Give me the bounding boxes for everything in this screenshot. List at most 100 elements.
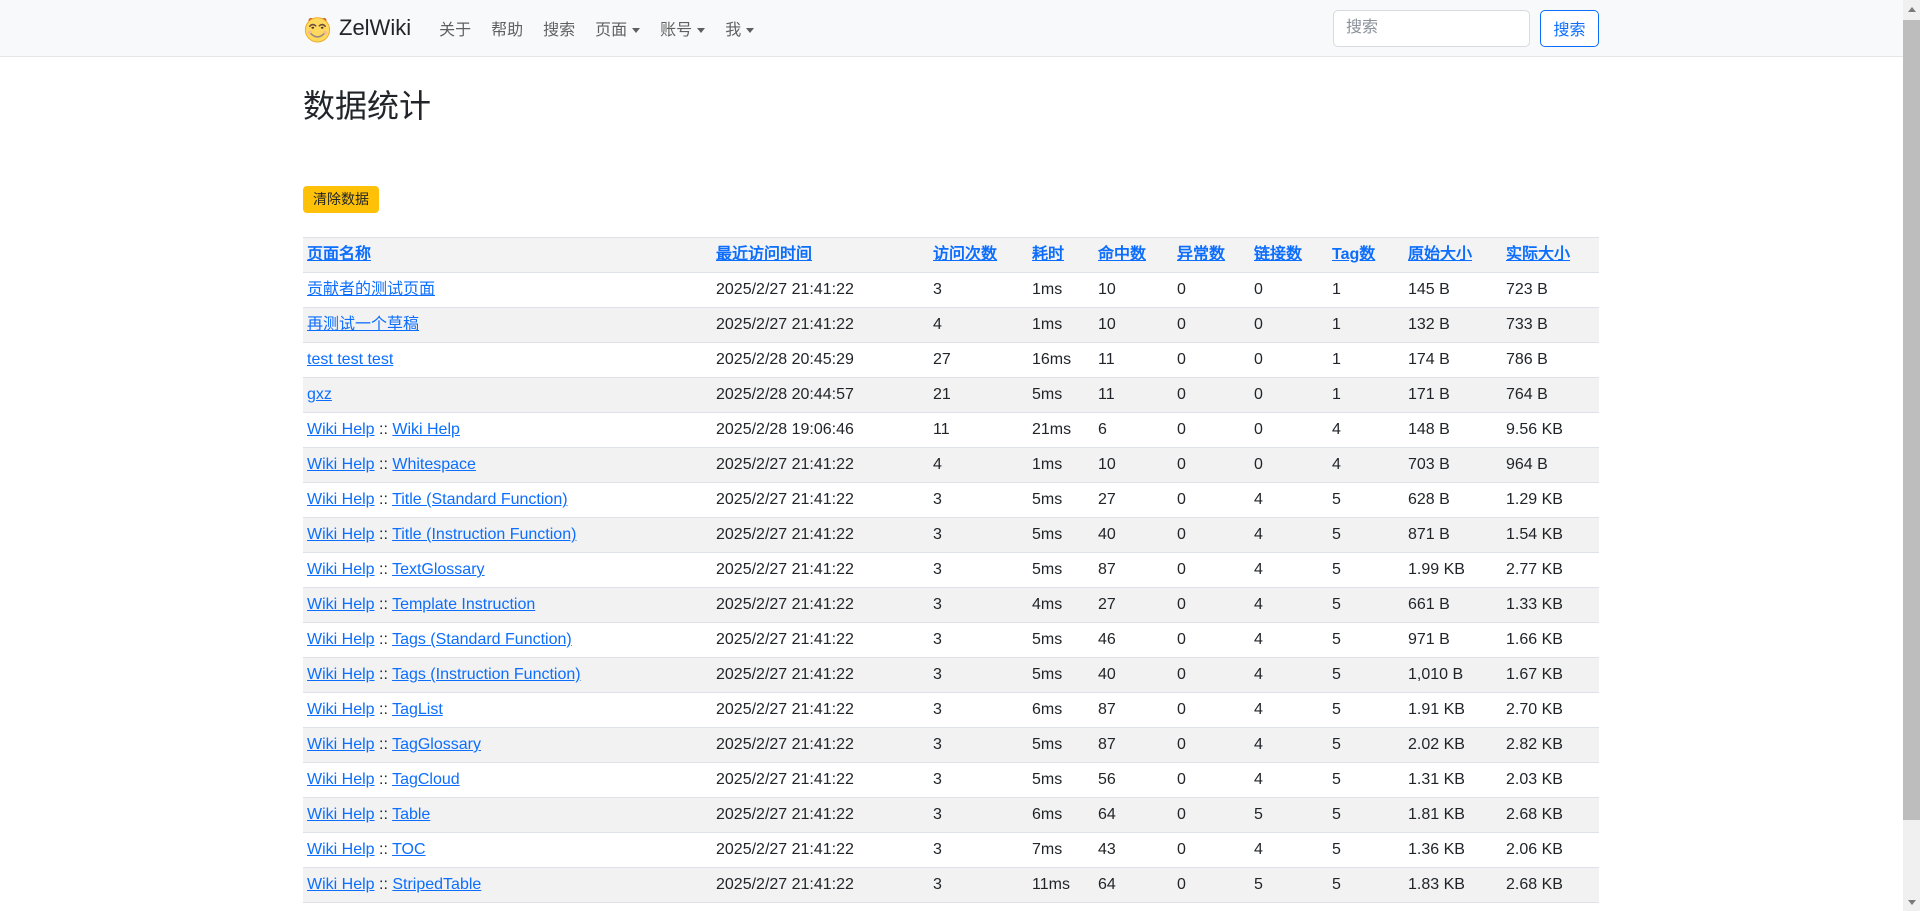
- page-link[interactable]: Tags (Standard Function): [392, 631, 572, 648]
- stat-cell: 2.06 KB: [1502, 833, 1599, 868]
- page-link[interactable]: TextGlossary: [392, 561, 484, 578]
- table-row: Wiki Help :: Table2025/2/27 21:41:2236ms…: [303, 798, 1599, 833]
- page-link[interactable]: TagCloud: [392, 771, 460, 788]
- page-link[interactable]: Template Instruction: [392, 596, 535, 613]
- nav-item-search[interactable]: 搜索: [533, 8, 585, 48]
- page-link[interactable]: Wiki Help: [307, 736, 375, 753]
- stat-cell: 1.67 KB: [1502, 658, 1599, 693]
- column-sort-link[interactable]: 页面名称: [307, 246, 371, 263]
- column-header: 原始大小: [1404, 238, 1502, 273]
- stat-cell: 3: [929, 518, 1028, 553]
- column-sort-link[interactable]: 命中数: [1098, 246, 1146, 263]
- page-link[interactable]: TagList: [392, 701, 443, 718]
- stat-cell: 4: [1250, 518, 1328, 553]
- page-link[interactable]: Wiki Help: [307, 701, 375, 718]
- vertical-scrollbar[interactable]: [1903, 0, 1920, 911]
- stat-cell: 87: [1094, 693, 1173, 728]
- nav-item-me[interactable]: 我: [715, 8, 764, 48]
- column-sort-link[interactable]: 异常数: [1177, 246, 1225, 263]
- stat-cell: 0: [1173, 623, 1250, 658]
- stat-cell: 5ms: [1028, 728, 1094, 763]
- stat-cell: 87: [1094, 553, 1173, 588]
- page-link[interactable]: Whitespace: [392, 456, 476, 473]
- page-link[interactable]: gxz: [307, 386, 332, 403]
- column-sort-link[interactable]: 最近访问时间: [716, 246, 812, 263]
- page-link[interactable]: Wiki Help: [392, 421, 460, 438]
- table-row: 再测试一个草稿2025/2/27 21:41:2241ms10001132 B7…: [303, 308, 1599, 343]
- page-link[interactable]: Tags (Instruction Function): [392, 666, 581, 683]
- page-name-cell: Wiki Help :: Table: [303, 798, 712, 833]
- column-sort-link[interactable]: 访问次数: [933, 246, 997, 263]
- stat-cell: 132 B: [1404, 308, 1502, 343]
- page-link[interactable]: StripedTable: [392, 876, 481, 893]
- stat-cell: 1.99 KB: [1404, 553, 1502, 588]
- column-sort-link[interactable]: 链接数: [1254, 246, 1302, 263]
- column-header: 页面名称: [303, 238, 712, 273]
- stat-cell: 27: [1094, 483, 1173, 518]
- page-name-cell: Wiki Help :: Title (Standard Function): [303, 483, 712, 518]
- stat-cell: 40: [1094, 518, 1173, 553]
- page-link[interactable]: Wiki Help: [307, 841, 375, 858]
- page-link[interactable]: Wiki Help: [307, 806, 375, 823]
- brand-link[interactable]: ZelWiki: [303, 14, 411, 43]
- page-link[interactable]: test test test: [307, 351, 393, 368]
- stat-cell: 2.77 KB: [1502, 553, 1599, 588]
- page-link[interactable]: Wiki Help: [307, 456, 375, 473]
- page-link[interactable]: 再测试一个草稿: [307, 316, 419, 333]
- page-link[interactable]: Title (Standard Function): [392, 491, 567, 508]
- nav-menu: 关于帮助搜索页面账号我: [429, 8, 764, 48]
- stat-cell: 3: [929, 623, 1028, 658]
- page-link[interactable]: Table: [392, 806, 430, 823]
- stat-cell: 2025/2/27 21:41:22: [712, 518, 929, 553]
- stat-cell: 0: [1173, 413, 1250, 448]
- page-link[interactable]: Wiki Help: [307, 631, 375, 648]
- stat-cell: 21: [929, 378, 1028, 413]
- scrollbar-up-arrow-icon[interactable]: [1903, 0, 1920, 18]
- page-link[interactable]: Wiki Help: [307, 421, 375, 438]
- page-link[interactable]: 贡献者的测试页面: [307, 281, 435, 298]
- column-sort-link[interactable]: Tag数: [1332, 246, 1375, 263]
- stat-cell: 723 B: [1502, 273, 1599, 308]
- page-link[interactable]: Wiki Help: [307, 526, 375, 543]
- page-link[interactable]: Wiki Help: [307, 771, 375, 788]
- scrollbar-thumb[interactable]: [1903, 20, 1920, 820]
- column-sort-link[interactable]: 原始大小: [1408, 246, 1472, 263]
- namespace-separator: ::: [375, 771, 393, 788]
- column-header: 耗时: [1028, 238, 1094, 273]
- page-link[interactable]: Wiki Help: [307, 561, 375, 578]
- search-button[interactable]: 搜索: [1540, 10, 1599, 47]
- nav-item-account[interactable]: 账号: [650, 8, 715, 48]
- page-name-cell: Wiki Help :: Tags (Instruction Function): [303, 658, 712, 693]
- stat-cell: 786 B: [1502, 343, 1599, 378]
- nav-item-about[interactable]: 关于: [429, 8, 481, 48]
- stat-cell: 628 B: [1404, 483, 1502, 518]
- clear-data-button[interactable]: 清除数据: [303, 186, 379, 213]
- page-name-cell: Wiki Help :: Title (Instruction Function…: [303, 518, 712, 553]
- nav-item-pages[interactable]: 页面: [585, 8, 650, 48]
- page-link[interactable]: Wiki Help: [307, 666, 375, 683]
- column-sort-link[interactable]: 实际大小: [1506, 246, 1570, 263]
- stat-cell: 5: [1328, 798, 1404, 833]
- stat-cell: 4: [929, 308, 1028, 343]
- scrollbar-down-arrow-icon[interactable]: [1903, 893, 1920, 911]
- page-name-cell: Wiki Help :: TextGlossary: [303, 553, 712, 588]
- stat-cell: 2.68 KB: [1502, 798, 1599, 833]
- page-link[interactable]: Wiki Help: [307, 491, 375, 508]
- nav-item-help[interactable]: 帮助: [481, 8, 533, 48]
- stat-cell: 1ms: [1028, 308, 1094, 343]
- stat-cell: 2025/2/28 20:45:29: [712, 343, 929, 378]
- page-link[interactable]: Wiki Help: [307, 876, 375, 893]
- navbar-search-group: 搜索: [1333, 10, 1599, 47]
- stat-cell: 10: [1094, 308, 1173, 343]
- page-name-cell: Wiki Help :: Wiki Help: [303, 413, 712, 448]
- page-link[interactable]: Title (Instruction Function): [392, 526, 576, 543]
- page-link[interactable]: TOC: [392, 841, 425, 858]
- page-name-cell: Wiki Help :: TagCloud: [303, 763, 712, 798]
- page-link[interactable]: Wiki Help: [307, 596, 375, 613]
- search-input[interactable]: [1333, 10, 1530, 47]
- page-link[interactable]: TagGlossary: [392, 736, 481, 753]
- table-row: test test test2025/2/28 20:45:292716ms11…: [303, 343, 1599, 378]
- stat-cell: 2.02 KB: [1404, 728, 1502, 763]
- column-sort-link[interactable]: 耗时: [1032, 246, 1064, 263]
- stat-cell: 2025/2/27 21:41:22: [712, 308, 929, 343]
